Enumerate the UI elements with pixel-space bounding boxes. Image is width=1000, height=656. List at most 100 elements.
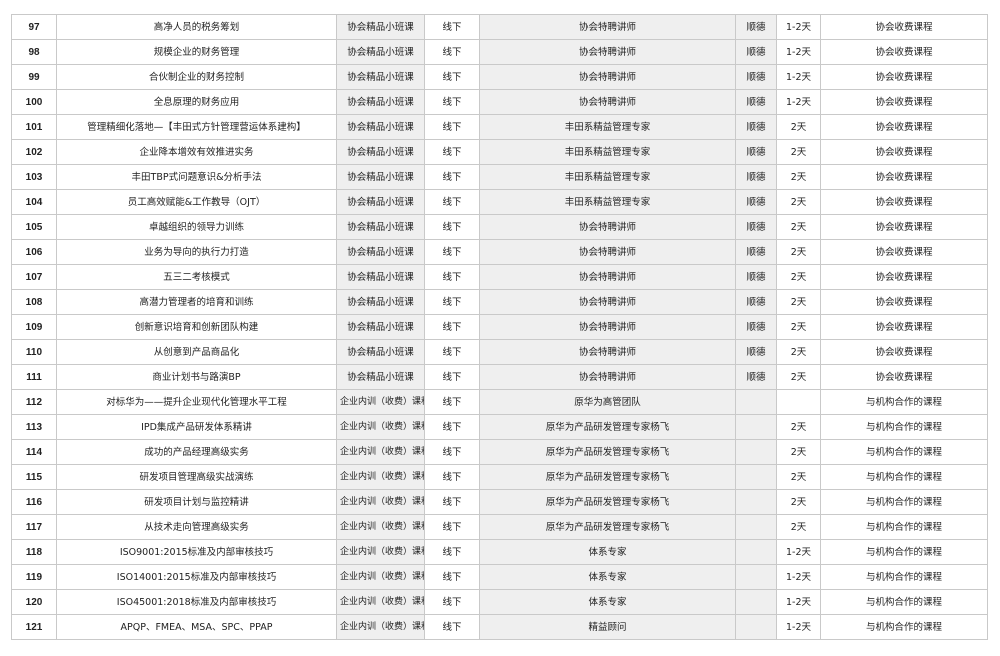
course-duration: 1-2天 — [776, 14, 821, 40]
course-category: 协会精品小班课 — [336, 64, 425, 90]
course-location: 顺德 — [735, 289, 777, 315]
course-location: 顺德 — [735, 339, 777, 365]
table-row: 97 高净人员的税务筹划 协会精品小班课 线下 协会特聘讲师 顺德 1-2天 协会收费课程 — [11, 14, 988, 40]
course-mode: 线下 — [424, 414, 480, 440]
course-fee-type: 与机构合作的课程 — [820, 389, 988, 415]
course-mode: 线下 — [424, 114, 480, 140]
course-duration: 1-2天 — [776, 589, 821, 615]
course-location — [735, 464, 777, 490]
course-title: 研发项目计划与监控精讲 — [56, 489, 337, 515]
course-table: 97 高净人员的税务筹划 协会精品小班课 线下 协会特聘讲师 顺德 1-2天 协会收费课程 98… — [11, 14, 988, 640]
course-number: 102 — [11, 139, 57, 165]
course-mode: 线下 — [424, 139, 480, 165]
course-duration: 2天 — [776, 464, 821, 490]
course-lecturer: 协会特聘讲师 — [479, 89, 736, 115]
course-fee-type: 协会收费课程 — [820, 239, 988, 265]
course-lecturer: 协会特聘讲师 — [479, 339, 736, 365]
course-category: 企业内训（收费）课程 — [336, 564, 425, 590]
course-location: 顺德 — [735, 64, 777, 90]
course-lecturer: 体系专家 — [479, 589, 736, 615]
course-title: 全息原理的财务应用 — [56, 89, 337, 115]
table-row: 116 研发项目计划与监控精讲 企业内训（收费）课程 线下 原华为产品研发管理专家杨飞 2… — [11, 489, 988, 515]
course-lecturer: 协会特聘讲师 — [479, 364, 736, 390]
course-location — [735, 614, 777, 640]
course-fee-type: 与机构合作的课程 — [820, 439, 988, 465]
course-mode: 线下 — [424, 89, 480, 115]
course-duration: 2天 — [776, 114, 821, 140]
table-row: 98 规模企业的财务管理 协会精品小班课 线下 协会特聘讲师 顺德 1-2天 协会收费课程 — [11, 39, 988, 65]
course-duration: 2天 — [776, 439, 821, 465]
course-lecturer: 协会特聘讲师 — [479, 214, 736, 240]
course-mode: 线下 — [424, 364, 480, 390]
course-category: 协会精品小班课 — [336, 164, 425, 190]
table-row: 111 商业计划书与路演BP 协会精品小班课 线下 协会特聘讲师 顺德 2天 协会收费课程 — [11, 364, 988, 390]
course-lecturer: 丰田系精益管理专家 — [479, 189, 736, 215]
course-category: 协会精品小班课 — [336, 139, 425, 165]
course-title: 卓越组织的领导力训练 — [56, 214, 337, 240]
course-lecturer: 丰田系精益管理专家 — [479, 114, 736, 140]
course-location: 顺德 — [735, 314, 777, 340]
table-row: 105 卓越组织的领导力训练 协会精品小班课 线下 协会特聘讲师 顺德 2天 协会收费课程 — [11, 214, 988, 240]
course-fee-type: 协会收费课程 — [820, 264, 988, 290]
course-title: APQP、FMEA、MSA、SPC、PPAP — [56, 614, 337, 640]
table-row: 100 全息原理的财务应用 协会精品小班课 线下 协会特聘讲师 顺德 1-2天 协会收费课程 — [11, 89, 988, 115]
course-category: 协会精品小班课 — [336, 364, 425, 390]
course-number: 112 — [11, 389, 57, 415]
course-location: 顺德 — [735, 164, 777, 190]
table-row: 109 创新意识培育和创新团队构建 协会精品小班课 线下 协会特聘讲师 顺德 2天 协会收费课… — [11, 314, 988, 340]
course-fee-type: 协会收费课程 — [820, 114, 988, 140]
course-lecturer: 协会特聘讲师 — [479, 314, 736, 340]
course-title: 企业降本增效有效推进实务 — [56, 139, 337, 165]
course-title: 丰田TBP式问题意识&分析手法 — [56, 164, 337, 190]
course-lecturer: 原华为产品研发管理专家杨飞 — [479, 464, 736, 490]
course-duration: 1-2天 — [776, 614, 821, 640]
course-category: 企业内训（收费）课程 — [336, 539, 425, 565]
table-row: 114 成功的产品经理高级实务 企业内训（收费）课程 线下 原华为产品研发管理专家杨飞 2… — [11, 439, 988, 465]
table-row: 103 丰田TBP式问题意识&分析手法 协会精品小班课 线下 丰田系精益管理专家 顺德 2天… — [11, 164, 988, 190]
course-fee-type: 与机构合作的课程 — [820, 614, 988, 640]
course-fee-type: 与机构合作的课程 — [820, 539, 988, 565]
course-title: 业务为导向的执行力打造 — [56, 239, 337, 265]
course-duration: 1-2天 — [776, 539, 821, 565]
course-mode: 线下 — [424, 214, 480, 240]
course-category: 协会精品小班课 — [336, 289, 425, 315]
course-category: 企业内训（收费）课程 — [336, 439, 425, 465]
course-fee-type: 协会收费课程 — [820, 39, 988, 65]
course-mode: 线下 — [424, 189, 480, 215]
course-fee-type: 协会收费课程 — [820, 339, 988, 365]
course-fee-type: 协会收费课程 — [820, 289, 988, 315]
course-category: 协会精品小班课 — [336, 89, 425, 115]
course-lecturer: 协会特聘讲师 — [479, 239, 736, 265]
course-duration — [776, 389, 821, 415]
table-row: 119 ISO14001:2015标准及内部审核技巧 企业内训（收费）课程 线下 体系专… — [11, 564, 988, 590]
course-number: 114 — [11, 439, 57, 465]
course-category: 协会精品小班课 — [336, 189, 425, 215]
course-mode: 线下 — [424, 489, 480, 515]
course-number: 98 — [11, 39, 57, 65]
course-lecturer: 原华为产品研发管理专家杨飞 — [479, 414, 736, 440]
course-category: 协会精品小班课 — [336, 14, 425, 40]
course-location: 顺德 — [735, 214, 777, 240]
course-location — [735, 589, 777, 615]
course-number: 108 — [11, 289, 57, 315]
course-location: 顺德 — [735, 89, 777, 115]
course-mode: 线下 — [424, 564, 480, 590]
course-category: 企业内训（收费）课程 — [336, 414, 425, 440]
course-fee-type: 与机构合作的课程 — [820, 414, 988, 440]
table-row: 113 IPD集成产品研发体系精讲 企业内训（收费）课程 线下 原华为产品研发管理专家杨… — [11, 414, 988, 440]
course-title: 对标华为——提升企业现代化管理水平工程 — [56, 389, 337, 415]
course-category: 协会精品小班课 — [336, 339, 425, 365]
course-duration: 2天 — [776, 489, 821, 515]
course-category: 协会精品小班课 — [336, 39, 425, 65]
course-fee-type: 协会收费课程 — [820, 164, 988, 190]
course-location: 顺德 — [735, 189, 777, 215]
table-row: 121 APQP、FMEA、MSA、SPC、PPAP 企业内训（收费）课程 线下 精益顾… — [11, 614, 988, 640]
course-fee-type: 与机构合作的课程 — [820, 464, 988, 490]
course-title: 研发项目管理高级实战演练 — [56, 464, 337, 490]
course-location — [735, 514, 777, 540]
course-mode: 线下 — [424, 464, 480, 490]
course-number: 109 — [11, 314, 57, 340]
course-category: 企业内训（收费）课程 — [336, 514, 425, 540]
course-location: 顺德 — [735, 139, 777, 165]
course-duration: 2天 — [776, 314, 821, 340]
